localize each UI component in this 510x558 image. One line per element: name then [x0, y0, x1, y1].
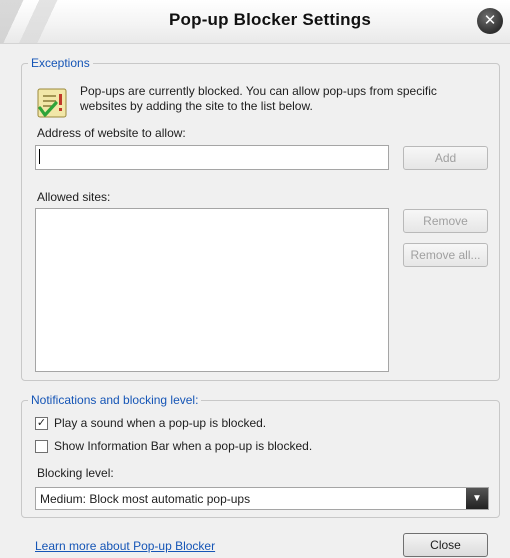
- close-button[interactable]: Close: [403, 533, 488, 557]
- address-input[interactable]: [36, 146, 388, 169]
- allowed-sites-list[interactable]: [35, 208, 389, 372]
- show-info-bar-label: Show Information Bar when a pop-up is bl…: [54, 439, 313, 453]
- blocking-level-select[interactable]: Medium: Block most automatic pop-ups ▼: [35, 487, 489, 510]
- allowed-sites-label: Allowed sites:: [37, 190, 111, 204]
- address-label: Address of website to allow:: [37, 126, 186, 140]
- remove-all-button[interactable]: Remove all...: [403, 243, 488, 267]
- learn-more-link[interactable]: Learn more about Pop-up Blocker: [35, 539, 215, 553]
- remove-button[interactable]: Remove: [403, 209, 488, 233]
- title-bar: Pop-up Blocker Settings ✕: [0, 0, 510, 44]
- add-button[interactable]: Add: [403, 146, 488, 170]
- play-sound-checkbox[interactable]: ✓: [35, 417, 48, 430]
- show-info-bar-checkbox[interactable]: [35, 440, 48, 453]
- exceptions-legend: Exceptions: [28, 56, 93, 70]
- exceptions-info-line2: websites by adding the site to the list …: [80, 99, 313, 113]
- chevron-down-icon[interactable]: ▼: [466, 488, 488, 509]
- window-title: Pop-up Blocker Settings: [168, 10, 371, 29]
- text-caret: [39, 149, 40, 164]
- play-sound-label: Play a sound when a pop-up is blocked.: [54, 416, 267, 430]
- popup-blocker-settings-window: Pop-up Blocker Settings ✕ Exceptions Pop…: [0, 0, 510, 558]
- blocking-level-value: Medium: Block most automatic pop-ups: [40, 492, 251, 506]
- blocking-level-label: Blocking level:: [37, 466, 114, 480]
- close-icon[interactable]: ✕: [477, 8, 503, 34]
- checklist-warning-icon: [37, 88, 67, 118]
- address-input-box: [35, 145, 389, 170]
- exceptions-info-line1: Pop-ups are currently blocked. You can a…: [80, 84, 437, 98]
- notifications-legend: Notifications and blocking level:: [28, 393, 202, 407]
